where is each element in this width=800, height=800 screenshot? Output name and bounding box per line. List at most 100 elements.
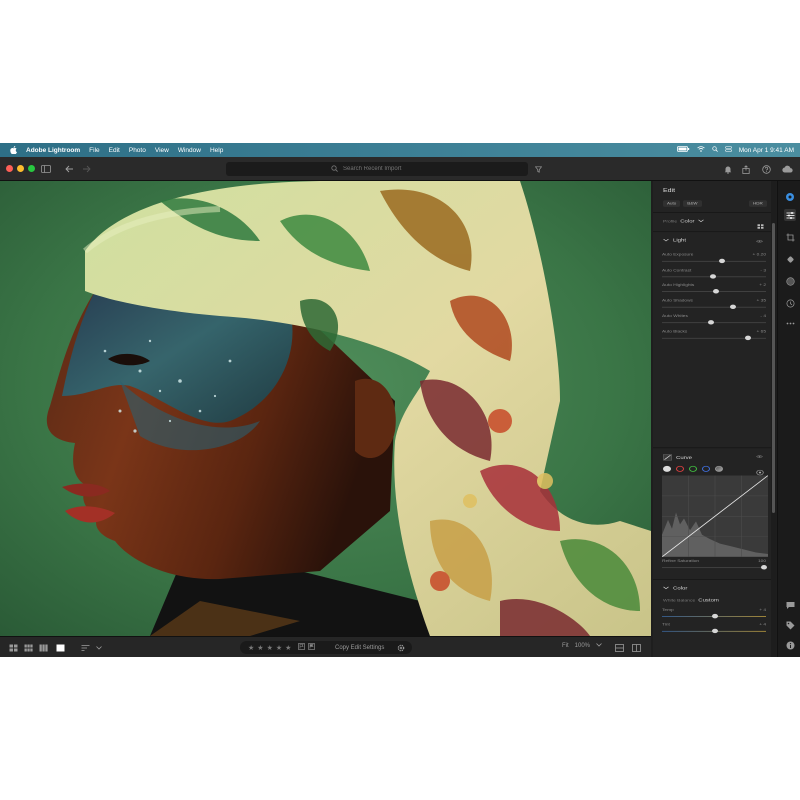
slider-track[interactable] xyxy=(662,322,766,323)
detail-view-icon[interactable] xyxy=(55,643,65,652)
slider-auto-exposure[interactable]: Auto Exposure + 0.20 xyxy=(662,254,766,267)
white-balance-selector[interactable]: White Balance Custom xyxy=(663,598,719,602)
zoom-window-button[interactable] xyxy=(28,165,35,172)
masking-icon[interactable] xyxy=(784,275,796,287)
notifications-bell-icon[interactable] xyxy=(722,163,734,175)
curve-channel-rgb[interactable] xyxy=(663,465,671,472)
presets-icon[interactable] xyxy=(784,191,796,203)
star-icon-5[interactable]: ★ xyxy=(285,644,291,652)
slider-knob[interactable] xyxy=(712,613,719,619)
history-icon[interactable] xyxy=(784,297,796,309)
help-icon[interactable] xyxy=(760,163,772,175)
slider-value[interactable]: + 65 xyxy=(757,330,766,334)
hdr-button[interactable]: HDR xyxy=(749,200,767,207)
slider-knob[interactable] xyxy=(709,274,716,279)
slider-temp[interactable]: Temp + 4 xyxy=(662,609,766,622)
slider-knob[interactable] xyxy=(745,335,752,340)
profile-value[interactable]: Color xyxy=(680,219,694,223)
menu-help[interactable]: Help xyxy=(210,147,223,154)
curve-tool-icon[interactable] xyxy=(663,454,672,462)
menu-edit[interactable]: Edit xyxy=(109,147,120,154)
slider-tint[interactable]: Tint + 4 xyxy=(662,624,766,637)
refine-saturation-value[interactable]: 100 xyxy=(758,560,766,564)
flag-pick-icon[interactable] xyxy=(298,643,306,652)
light-visibility-icon[interactable] xyxy=(756,239,763,244)
info-icon[interactable] xyxy=(784,639,796,651)
light-section-header[interactable]: Light xyxy=(663,239,686,243)
filter-icon[interactable] xyxy=(532,163,544,175)
slider-track[interactable] xyxy=(662,306,766,308)
share-icon[interactable] xyxy=(740,163,752,175)
bw-button[interactable]: B&W xyxy=(683,200,702,207)
filmstrip-view-icon[interactable] xyxy=(38,643,48,652)
curve-channel-red[interactable] xyxy=(676,465,684,472)
slider-value[interactable]: - 4 xyxy=(760,315,766,319)
apple-menu-icon[interactable] xyxy=(9,146,18,155)
slider-value[interactable]: + 4 xyxy=(759,624,766,628)
slider-knob[interactable] xyxy=(719,258,726,264)
curve-channel-parametric[interactable] xyxy=(715,465,723,472)
photo-canvas[interactable] xyxy=(0,181,651,636)
search-spotlight-icon[interactable] xyxy=(712,146,718,154)
star-icon-4[interactable]: ★ xyxy=(276,644,282,652)
curve-visibility-icon[interactable] xyxy=(756,455,763,460)
wifi-icon[interactable] xyxy=(696,146,705,154)
grid-view-icon[interactable] xyxy=(8,643,18,652)
slider-value[interactable]: + 2 xyxy=(759,284,766,288)
profile-selector[interactable]: Profile Color xyxy=(663,219,704,224)
sort-icon[interactable] xyxy=(80,643,90,652)
search-input[interactable] xyxy=(343,166,423,172)
close-window-button[interactable] xyxy=(6,165,13,172)
slider-value[interactable]: - 3 xyxy=(760,269,766,273)
square-grid-view-icon[interactable] xyxy=(23,643,33,652)
battery-icon[interactable] xyxy=(676,146,690,154)
crop-icon[interactable] xyxy=(784,231,796,243)
slider-knob[interactable] xyxy=(707,319,714,325)
zoom-value[interactable]: 100% xyxy=(575,643,590,649)
compare-view-icon[interactable] xyxy=(614,643,624,652)
comments-icon[interactable] xyxy=(784,599,796,611)
healing-brush-icon[interactable] xyxy=(784,253,796,265)
tone-curve-graph[interactable] xyxy=(662,475,768,557)
back-arrow-icon[interactable] xyxy=(63,163,75,175)
menu-file[interactable]: File xyxy=(89,147,99,154)
flag-reject-icon[interactable] xyxy=(308,643,316,652)
copy-edit-settings-button[interactable]: Copy Edit Settings xyxy=(335,641,384,654)
menu-app-name[interactable]: Adobe Lightroom xyxy=(26,147,80,154)
star-icon-3[interactable]: ★ xyxy=(267,644,273,652)
star-icon-2[interactable]: ★ xyxy=(257,644,263,652)
chevron-down-icon[interactable] xyxy=(94,643,104,652)
slider-knob[interactable] xyxy=(713,289,720,294)
sidebar-toggle-icon[interactable] xyxy=(40,163,52,175)
before-after-icon[interactable] xyxy=(631,643,641,652)
slider-track[interactable] xyxy=(662,260,766,262)
curve-channel-green[interactable] xyxy=(689,465,697,472)
white-balance-value[interactable]: Custom xyxy=(698,598,719,602)
keywords-tag-icon[interactable] xyxy=(784,619,796,631)
cloud-sync-icon[interactable] xyxy=(781,163,793,175)
slider-track[interactable] xyxy=(662,567,766,569)
settings-gear-icon[interactable] xyxy=(396,643,406,652)
slider-auto-shadows[interactable]: Auto Shadows + 35 xyxy=(662,299,766,312)
control-center-icon[interactable] xyxy=(724,146,732,154)
slider-value[interactable]: + 35 xyxy=(757,299,766,303)
slider-auto-highlights[interactable]: Auto Highlights + 2 xyxy=(662,284,766,297)
more-options-icon[interactable] xyxy=(784,317,796,329)
panel-scrollbar[interactable] xyxy=(771,181,776,657)
menu-view[interactable]: View xyxy=(155,147,169,154)
scrollbar-thumb[interactable] xyxy=(772,223,775,513)
slider-knob[interactable] xyxy=(729,304,736,310)
slider-value[interactable]: + 4 xyxy=(759,609,766,613)
star-icon-1[interactable]: ★ xyxy=(248,644,254,652)
slider-auto-whites[interactable]: Auto Whites - 4 xyxy=(662,315,766,328)
slider-knob[interactable] xyxy=(712,628,719,634)
curve-section-header[interactable]: Curve xyxy=(663,454,692,462)
menu-window[interactable]: Window xyxy=(178,147,201,154)
slider-knob[interactable] xyxy=(760,565,767,570)
edit-sliders-icon[interactable] xyxy=(784,209,796,221)
slider-auto-blacks[interactable]: Auto Blacks + 65 xyxy=(662,330,766,343)
fit-button[interactable]: Fit xyxy=(562,643,569,649)
search-bar[interactable] xyxy=(226,162,528,176)
auto-button[interactable]: Auto xyxy=(663,200,681,207)
clock[interactable]: Mon Apr 1 9:41 AM xyxy=(739,147,794,154)
